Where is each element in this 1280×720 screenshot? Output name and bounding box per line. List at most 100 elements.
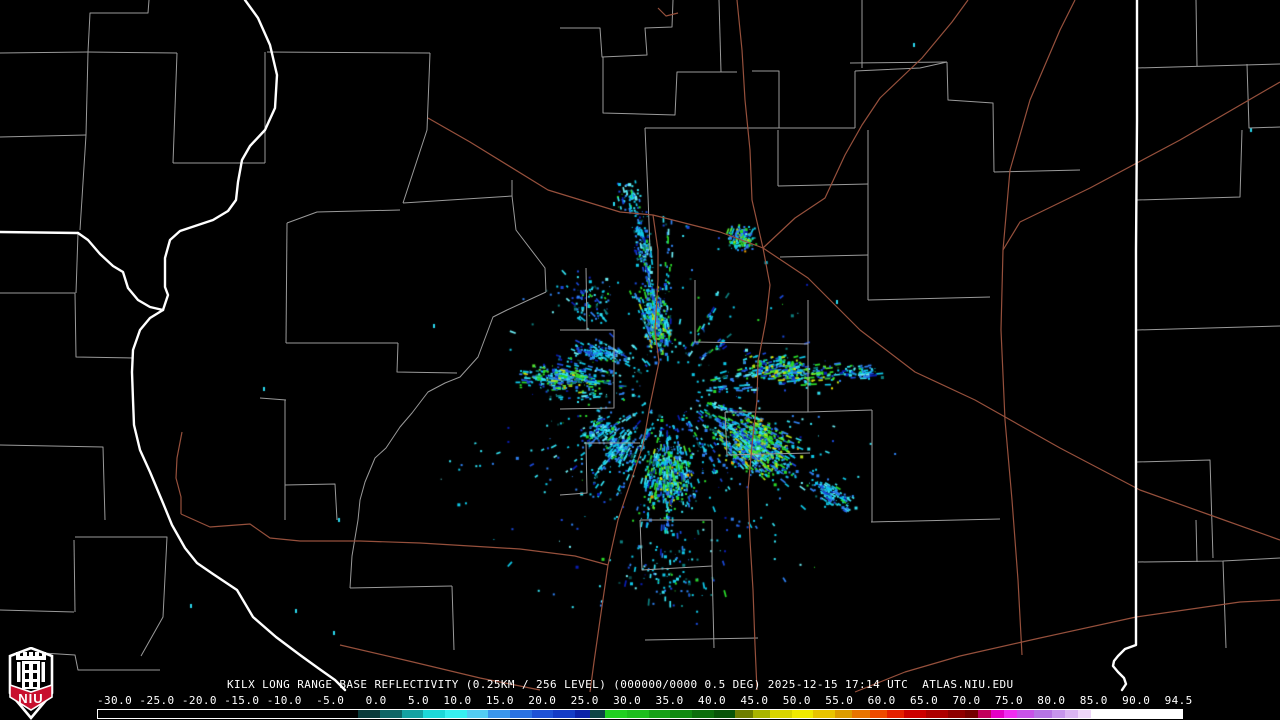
roads-segment <box>1001 0 1075 655</box>
colorbar-tick-label: -25.0 <box>139 695 174 707</box>
colorbar-tick-label: -5.0 <box>309 695 344 707</box>
counties-segment <box>76 233 78 293</box>
counties-segment <box>719 0 721 72</box>
colorbar-tick-label: 50.0 <box>776 695 811 707</box>
colorbar-segment <box>575 710 591 718</box>
colorbar-tick-label: 20.0 <box>521 695 556 707</box>
colorbar-tick-labels: -30.0-25.0-20.0-15.0-10.0 -5.0 0.0 5.0 1… <box>97 695 1193 707</box>
counties-segment <box>1137 460 1213 558</box>
counties-segment <box>0 610 74 612</box>
counties-segment <box>855 62 947 71</box>
counties-segment <box>645 638 758 640</box>
counties-segment <box>285 484 337 520</box>
counties-segment <box>640 520 712 566</box>
states-segment <box>1113 0 1137 690</box>
counties-segment <box>397 343 457 373</box>
colorbar-segment <box>627 710 649 718</box>
counties-segment <box>778 184 868 186</box>
counties-segment <box>403 180 512 203</box>
roads-segment <box>737 0 763 248</box>
roads-segment <box>590 215 659 692</box>
colorbar-tick-label: 55.0 <box>818 695 853 707</box>
counties-segment <box>560 443 587 495</box>
counties-segment <box>1137 130 1242 200</box>
colorbar-segment <box>605 710 627 718</box>
niu-logo-text: NIU <box>18 691 43 706</box>
counties-segment <box>0 445 105 520</box>
colorbar-segment <box>510 710 532 718</box>
road-lines <box>176 0 1280 692</box>
colorbar-segment <box>870 710 887 718</box>
counties-segment <box>287 210 400 223</box>
colorbar-segment <box>948 710 965 718</box>
counties-segment <box>1247 64 1280 128</box>
colorbar-tick-label: 0.0 <box>352 695 387 707</box>
colorbar-tick-label: 45.0 <box>733 695 768 707</box>
colorbar-segment <box>1065 710 1078 718</box>
roads-segment <box>428 118 763 248</box>
colorbar-segment <box>445 710 467 718</box>
counties-segment <box>267 52 430 53</box>
colorbar-tick-label: -10.0 <box>267 695 302 707</box>
colorbar-segment <box>1004 710 1017 718</box>
niu-logo: NIU <box>7 647 55 720</box>
reflectivity-colorbar <box>97 709 1183 719</box>
colorbar-tick-label: 5.0 <box>394 695 429 707</box>
roads-segment <box>763 248 1280 540</box>
counties-segment <box>586 268 587 330</box>
colorbar-segment <box>1034 710 1051 718</box>
counties-segment <box>88 0 149 52</box>
counties-segment <box>1138 558 1280 562</box>
roads-segment <box>763 0 968 248</box>
colorbar-segment <box>670 710 692 718</box>
product-title: KILX LONG RANGE BASE REFLECTIVITY (0.25K… <box>227 678 1014 691</box>
colorbar-tick-label: 10.0 <box>436 695 471 707</box>
colorbar-tick-label: 75.0 <box>988 695 1023 707</box>
counties-segment <box>850 62 947 63</box>
states-segment <box>132 310 345 690</box>
colorbar-tick-label: 15.0 <box>479 695 514 707</box>
colorbar-tick-label: 70.0 <box>945 695 980 707</box>
colorbar-tick-label: 94.5 <box>1158 695 1193 707</box>
counties-segment <box>512 196 546 292</box>
roads-segment <box>176 432 182 514</box>
colorbar-segment <box>1091 710 1182 718</box>
counties-segment <box>80 135 86 230</box>
colorbar-tick-label: 85.0 <box>1073 695 1108 707</box>
counties-segment <box>603 57 737 115</box>
counties-segment <box>403 53 430 203</box>
county-lines <box>0 0 1280 670</box>
counties-segment <box>452 586 454 650</box>
counties-segment <box>88 52 177 53</box>
counties-segment <box>0 293 133 358</box>
counties-segment <box>808 410 872 412</box>
roads-segment <box>1003 82 1280 250</box>
counties-segment <box>560 0 673 57</box>
colorbar-tick-label: -20.0 <box>182 695 217 707</box>
colorbar-tick-label: 40.0 <box>691 695 726 707</box>
colorbar-segment <box>423 710 445 718</box>
colorbar-segment <box>714 710 736 718</box>
counties-segment <box>994 170 1080 172</box>
counties-segment <box>0 52 88 53</box>
counties-segment <box>86 52 88 135</box>
colorbar-tick-label: -30.0 <box>97 695 132 707</box>
counties-segment <box>74 540 75 612</box>
colorbar-segment <box>649 710 671 718</box>
colorbar-segment <box>770 710 792 718</box>
colorbar-tick-label: 65.0 <box>903 695 938 707</box>
counties-segment <box>0 135 86 137</box>
colorbar-tick-label: 80.0 <box>1030 695 1065 707</box>
roads-segment <box>658 8 678 16</box>
counties-segment <box>645 128 650 250</box>
counties-segment <box>752 71 779 128</box>
colorbar-segment <box>792 710 814 718</box>
counties-segment <box>780 255 868 257</box>
colorbar-segment <box>991 710 1004 718</box>
states-segment <box>78 0 277 310</box>
colorbar-segment <box>735 710 752 718</box>
colorbar-tick-label: 25.0 <box>564 695 599 707</box>
counties-segment <box>712 566 714 648</box>
colorbar-segment <box>488 710 510 718</box>
counties-segment <box>1196 520 1197 562</box>
